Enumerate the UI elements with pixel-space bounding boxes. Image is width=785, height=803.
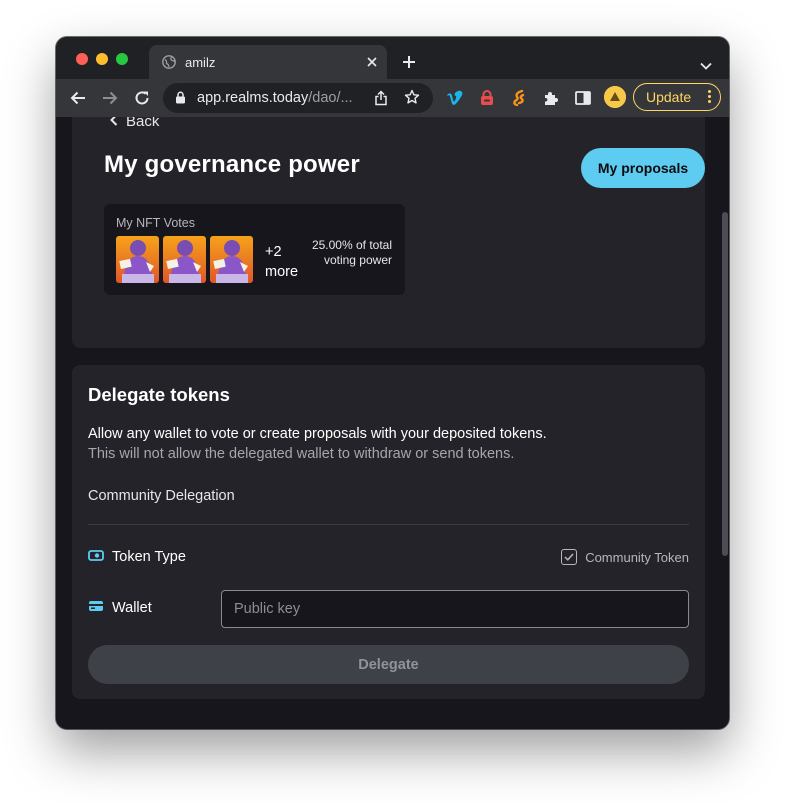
token-type-label: Token Type <box>112 549 186 565</box>
new-tab-plus-icon[interactable] <box>402 55 416 74</box>
voting-power-text: 25.00% of total voting power <box>311 238 392 267</box>
my-proposals-button[interactable]: My proposals <box>581 148 705 188</box>
tab-search-chevron-icon[interactable] <box>700 57 712 75</box>
wallet-icon <box>88 600 104 616</box>
side-panel-icon[interactable] <box>573 88 593 108</box>
bitwarden-icon[interactable] <box>477 88 497 108</box>
delegate-note: This will not allow the delegated wallet… <box>88 446 515 462</box>
share-icon[interactable] <box>374 90 388 111</box>
browser-toolbar: app.realms.today/dao/... <box>56 79 729 117</box>
update-button[interactable]: Update <box>633 83 721 111</box>
globe-icon <box>162 55 176 74</box>
back-arrow-icon[interactable] <box>68 88 88 108</box>
vimeo-icon[interactable] <box>445 88 465 108</box>
nft-thumbnail[interactable] <box>210 236 253 283</box>
page-content: Back My governance power My proposals My… <box>56 117 729 729</box>
solflare-icon[interactable] <box>509 88 529 108</box>
zoom-window-button[interactable] <box>116 53 128 65</box>
close-window-button[interactable] <box>76 53 88 65</box>
reload-icon[interactable] <box>132 88 152 108</box>
wallet-row: Wallet <box>88 600 152 616</box>
lock-icon[interactable] <box>175 91 186 109</box>
community-token-checkbox[interactable]: Community Token <box>561 549 689 565</box>
delegate-title: Delegate tokens <box>88 384 230 405</box>
puzzle-extensions-icon[interactable] <box>541 88 561 108</box>
chevron-left-icon <box>110 117 118 130</box>
profile-avatar[interactable] <box>604 86 626 108</box>
back-link[interactable]: Back <box>110 117 159 131</box>
forward-arrow-icon[interactable] <box>100 88 120 108</box>
url-text: app.realms.today/dao/... <box>197 90 353 106</box>
community-token-label: Community Token <box>585 549 689 565</box>
nft-votes-panel: My NFT Votes +2 more 25.00% of total vot… <box>104 204 405 295</box>
tab-strip: amilz <box>56 37 729 79</box>
divider <box>88 524 689 525</box>
bookmark-star-icon[interactable] <box>404 89 420 110</box>
address-bar[interactable]: app.realms.today/dao/... <box>163 83 433 113</box>
nft-votes-label: My NFT Votes <box>116 216 195 230</box>
back-label: Back <box>126 117 160 130</box>
token-type-row: Token Type <box>88 549 186 565</box>
browser-window: amilz app.realms.today/dao/... Update Ba… <box>56 37 729 729</box>
browser-tab[interactable]: amilz <box>149 45 387 79</box>
wallet-label: Wallet <box>112 600 152 616</box>
more-vertical-icon[interactable] <box>708 90 711 105</box>
delegate-button[interactable]: Delegate <box>88 645 689 684</box>
tab-title: amilz <box>185 55 216 70</box>
tab-close-icon[interactable] <box>366 55 378 73</box>
checkmark-icon[interactable] <box>561 549 578 565</box>
nft-thumbnail[interactable] <box>163 236 206 283</box>
community-delegation-label: Community Delegation <box>88 488 235 504</box>
minimize-window-button[interactable] <box>96 53 108 65</box>
nft-thumbnail[interactable] <box>116 236 159 283</box>
token-icon <box>88 549 104 565</box>
scrollbar-thumb[interactable] <box>722 212 728 556</box>
delegate-tokens-card: Delegate tokens Allow any wallet to vote… <box>72 365 705 699</box>
delegate-description: Allow any wallet to vote or create propo… <box>88 426 547 442</box>
scrollbar[interactable] <box>719 117 729 729</box>
page-title: My governance power <box>104 151 360 178</box>
public-key-input[interactable] <box>221 590 689 628</box>
governance-power-card: Back My governance power My proposals My… <box>72 117 705 348</box>
